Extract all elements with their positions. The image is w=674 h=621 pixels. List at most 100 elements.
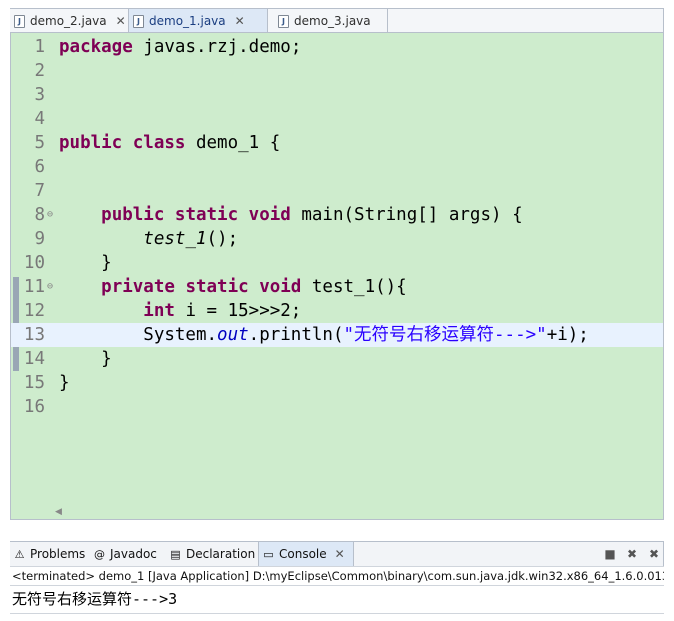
java-file-icon: J [133,14,144,28]
tab-label: demo_3.java [294,14,371,28]
declaration-icon: ▤ [170,547,181,561]
tab-demo-2-java[interactable]: J demo_2.java ✕ [10,9,128,33]
code-token: .println( [248,325,344,345]
tab-label: Problems [30,547,86,561]
bottom-panel-tab-bar: ⚠ Problems @ Javadoc ▤ Declaration ▭ Con… [10,541,664,566]
tab-label: Declaration [186,547,256,561]
editor-tab-bar: J demo_2.java ✕ J demo_1.java ✕ J demo_3… [10,8,664,33]
tab-console[interactable]: ▭ Console ✕ [258,542,354,566]
code-token: +i); [546,325,589,345]
code-token: (); [206,229,239,249]
close-icon[interactable]: ✕ [335,547,345,561]
code-line[interactable]: 14 } [11,347,663,371]
code-text: int i = 15>>>2; [59,299,301,323]
code-token: out [217,325,249,345]
remove-all-terminated-icon[interactable]: ✖ [647,547,661,561]
code-text: } [59,371,70,395]
code-token: } [59,253,112,273]
code-line[interactable]: 8 ⊖ public static void main(String[] args… [11,203,663,227]
code-token: javas.rzj.demo; [143,37,302,57]
code-text: package javas.rzj.demo; [59,35,301,59]
fold-marker-icon[interactable]: ⊖ [47,203,53,227]
line-number: 5 [34,133,45,153]
line-number: 7 [34,181,45,201]
line-number: 14 [23,349,45,369]
code-line[interactable]: 15} [11,371,663,395]
code-line[interactable]: 4 [11,107,663,131]
console-output[interactable]: 无符号右移运算符--->3 [10,586,664,614]
code-token: package [59,37,133,57]
scroll-left-icon[interactable]: ◀ [55,507,62,517]
remove-launch-icon[interactable]: ✖ [625,547,639,561]
code-line[interactable]: 7 [11,179,663,203]
code-text: } [59,347,112,371]
tab-label: demo_1.java [149,14,226,28]
tab-declaration[interactable]: ▤ Declaration [166,542,256,566]
code-lines: 1 package javas.rzj.demo; 2 3 4 5 public class… [11,35,663,419]
line-number: 10 [23,253,45,273]
code-line[interactable]: 3 [11,83,663,107]
code-token: test_1(){ [311,277,407,297]
code-token: int [143,301,175,321]
tab-javadoc[interactable]: @ Javadoc [90,542,164,566]
code-token: i = 15>>>2; [185,301,302,321]
code-line[interactable]: 6 [11,155,663,179]
line-number: 15 [23,373,45,393]
code-line[interactable]: 12 int i = 15>>>2; [11,299,663,323]
java-file-icon: J [14,14,25,28]
code-line[interactable]: 16 [11,395,663,419]
line-number: 1 [34,37,45,57]
line-number: 3 [34,85,45,105]
java-file-icon: J [278,14,289,28]
tab-label: demo_2.java [30,14,107,28]
code-line[interactable]: 10 } [11,251,663,275]
close-icon[interactable]: ✕ [116,14,126,28]
code-line[interactable]: 11 ⊖ private static void test_1(){ [11,275,663,299]
line-number: 9 [34,229,45,249]
code-token: private static void [101,277,302,297]
tab-problems[interactable]: ⚠ Problems [10,542,88,566]
terminate-icon[interactable]: ■ [603,547,617,561]
code-token: demo_1 { [195,133,281,153]
tab-demo-3-java[interactable]: J demo_3.java [268,9,388,33]
line-number: 4 [34,109,45,129]
line-number: 16 [23,397,45,417]
console-toolbar: ■ ✖ ✖ [603,542,661,566]
line-number: 13 [23,325,45,345]
line-number: 12 [23,301,45,321]
problems-icon: ⚠ [14,547,25,561]
console-status: <terminated> demo_1 [Java Application] D… [10,566,664,586]
code-text: public static void main(String[] args) { [59,203,523,227]
close-icon[interactable]: ✕ [235,14,245,28]
line-number: 11 [23,277,45,297]
horizontal-scrollbar[interactable]: ◀ [55,505,663,519]
code-token: main(String[] args) { [301,205,523,225]
tab-label: Console [279,547,327,561]
code-token: } [59,373,70,393]
code-token: public class [59,133,186,153]
fold-marker-icon[interactable]: ⊖ [47,275,53,299]
line-number: 6 [34,157,45,177]
code-text: System.out.println("无符号右移运算符--->"+i); [59,323,589,347]
code-line[interactable]: 9 test_1(); [11,227,663,251]
code-token: } [59,349,112,369]
code-token: public static void [101,205,291,225]
code-line[interactable]: 1 package javas.rzj.demo; [11,35,663,59]
code-text: test_1(); [59,227,238,251]
console-icon: ▭ [263,547,274,561]
line-number: 2 [34,61,45,81]
code-token: "无符号右移运算符--->" [343,325,547,345]
code-line[interactable]: 5 public class demo_1 { [11,131,663,155]
code-editor[interactable]: 1 package javas.rzj.demo; 2 3 4 5 public class… [10,32,664,520]
code-line[interactable]: 2 [11,59,663,83]
code-text: } [59,251,112,275]
tab-demo-1-java[interactable]: J demo_1.java ✕ [128,9,268,33]
line-number: 8 [34,205,45,225]
code-line[interactable]: 13 System.out.println("无符号右移运算符--->"+i); [11,323,663,347]
javadoc-icon: @ [94,547,105,561]
tab-label: Javadoc [110,547,157,561]
code-text: private static void test_1(){ [59,275,407,299]
